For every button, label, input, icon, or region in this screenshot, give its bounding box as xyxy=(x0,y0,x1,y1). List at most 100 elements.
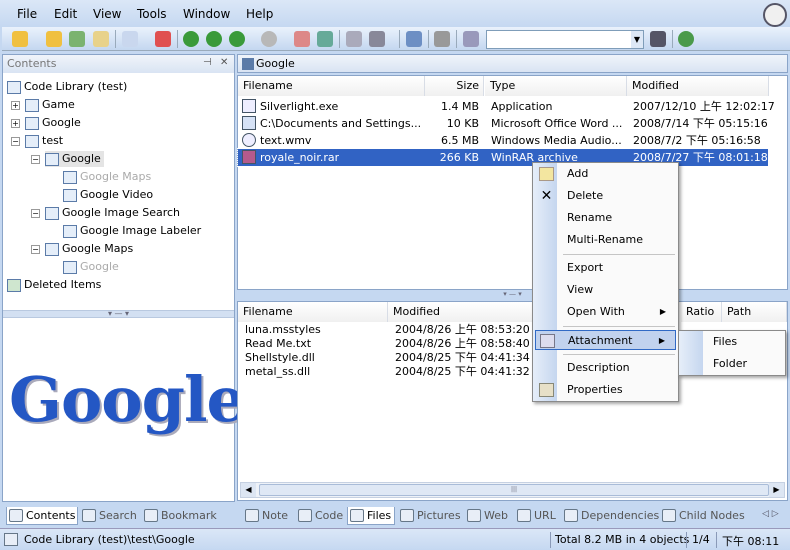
scroll-right-icon[interactable]: ▶ xyxy=(769,483,784,497)
tree-node-google[interactable]: Google xyxy=(25,115,81,131)
tree-node-deleted[interactable]: Deleted Items xyxy=(7,277,101,293)
menu-item-description[interactable]: Description xyxy=(535,358,676,378)
tab-bookmark[interactable]: Bookmark xyxy=(142,507,217,525)
close-icon[interactable]: ✕ xyxy=(220,57,228,68)
tab-dependencies[interactable]: Dependencies xyxy=(562,507,659,525)
menu-item-rename[interactable]: Rename xyxy=(535,208,676,228)
properties-icon xyxy=(539,383,554,397)
file-row-selected[interactable]: royale_noir.rar 266 KB WinRAR archive 20… xyxy=(237,148,769,167)
binoculars-icon[interactable] xyxy=(650,31,666,47)
menu-window[interactable]: Window xyxy=(183,7,230,21)
collapse-icon[interactable]: − xyxy=(31,155,40,164)
menu-item-add[interactable]: Add xyxy=(535,164,676,184)
collapse-icon[interactable]: − xyxy=(31,245,40,254)
tree-node-google-video[interactable]: Google Video xyxy=(63,187,153,203)
tree-node-google-image-search[interactable]: Google Image Search xyxy=(45,205,180,221)
tab-nav-arrows-icon[interactable]: ◁ ▷ xyxy=(762,509,779,519)
tree-node-root[interactable]: Code Library (test) xyxy=(7,79,127,95)
splitter[interactable]: ▾ — ▾ xyxy=(3,310,234,318)
menu-item-multi-rename[interactable]: Multi-Rename xyxy=(535,230,676,250)
export-icon[interactable] xyxy=(346,31,362,47)
menu-item-export[interactable]: Export xyxy=(535,258,676,278)
indent-icon[interactable] xyxy=(294,31,310,47)
tree-node-google-link[interactable]: Google xyxy=(63,259,119,275)
collapse-icon[interactable]: − xyxy=(11,137,20,146)
menu-view[interactable]: View xyxy=(93,7,121,21)
new-node-icon[interactable] xyxy=(122,31,138,47)
col-ratio[interactable]: Ratio xyxy=(681,302,722,322)
outdent-icon[interactable] xyxy=(317,31,333,47)
file-row[interactable]: C:\Documents and Settings... 10 KB Micro… xyxy=(238,115,768,132)
splitter[interactable]: ▾ — ▾ xyxy=(237,291,788,299)
menu-file[interactable]: File xyxy=(17,7,37,21)
arrow-right-icon[interactable] xyxy=(261,31,277,47)
contents-icon xyxy=(9,509,23,522)
tab-web[interactable]: Web xyxy=(465,507,508,525)
tab-files[interactable]: Files xyxy=(347,507,395,525)
expand-icon[interactable]: + xyxy=(11,101,20,110)
tab-note[interactable]: Note xyxy=(243,507,288,525)
options-icon[interactable] xyxy=(463,31,479,47)
tab-code[interactable]: Code xyxy=(296,507,343,525)
col-modified[interactable]: Modified xyxy=(388,302,533,322)
google-logo-text: Google xyxy=(9,363,246,436)
menu-edit[interactable]: Edit xyxy=(54,7,77,21)
col-size[interactable]: Size xyxy=(424,76,484,96)
scroll-thumb[interactable]: ||| xyxy=(259,484,769,496)
new-item-icon[interactable] xyxy=(93,31,109,47)
col-type[interactable]: Type xyxy=(485,76,627,96)
node-icon xyxy=(45,152,59,166)
delete-icon[interactable] xyxy=(155,31,171,47)
shortcut-icon xyxy=(63,260,77,274)
menu-item-open-with[interactable]: Open With ▶ xyxy=(535,302,676,322)
tree-node-google-maps[interactable]: Google Maps xyxy=(45,241,133,257)
dependencies-icon xyxy=(564,509,578,522)
tab-child-nodes[interactable]: Child Nodes xyxy=(660,507,745,525)
tree-node-game[interactable]: Game xyxy=(25,97,75,113)
menu-tools[interactable]: Tools xyxy=(137,7,167,21)
arrow-up-icon[interactable] xyxy=(183,31,199,47)
horizontal-scrollbar[interactable]: ◀ ||| ▶ xyxy=(240,482,785,498)
collapse-icon[interactable]: − xyxy=(31,209,40,218)
file-row[interactable]: Silverlight.exe 1.4 MB Application 2007/… xyxy=(238,98,775,115)
search-icon xyxy=(82,509,96,522)
menu-item-properties[interactable]: Properties xyxy=(535,380,676,400)
shortcut-icon xyxy=(63,170,77,184)
delete-icon: ✕ xyxy=(540,188,553,204)
node-icon xyxy=(63,224,77,238)
submenu-item-folder[interactable]: Folder xyxy=(681,354,783,374)
menu-item-view[interactable]: View xyxy=(535,280,676,300)
print-icon[interactable] xyxy=(369,31,385,47)
menu-help[interactable]: Help xyxy=(246,7,273,21)
file-row[interactable]: text.wmv 6.5 MB Windows Media Audio... 2… xyxy=(238,132,768,149)
menu-item-delete[interactable]: ✕ Delete xyxy=(535,186,676,206)
submenu-arrow-icon: ▶ xyxy=(658,336,665,345)
fullscreen-icon[interactable] xyxy=(406,31,422,47)
tree-node-google-maps-link[interactable]: Google Maps xyxy=(63,169,151,185)
arrow-left-icon[interactable] xyxy=(229,31,245,47)
search-combo[interactable]: ▼ xyxy=(486,30,644,49)
sync-icon[interactable] xyxy=(678,31,694,47)
col-filename[interactable]: Filename xyxy=(238,302,388,322)
tree-node-google-selected[interactable]: Google xyxy=(45,151,104,167)
pin-icon[interactable]: ⊣ xyxy=(203,57,212,68)
chevron-down-icon[interactable]: ▼ xyxy=(631,31,643,48)
arrow-down-icon[interactable] xyxy=(206,31,222,47)
folder-icon xyxy=(25,98,39,112)
tab-search[interactable]: Search xyxy=(80,507,137,525)
open-folder-icon[interactable] xyxy=(12,31,28,47)
tab-pictures[interactable]: Pictures xyxy=(398,507,461,525)
scroll-left-icon[interactable]: ◀ xyxy=(241,483,256,497)
tab-url[interactable]: URL xyxy=(515,507,556,525)
tools-icon[interactable] xyxy=(434,31,450,47)
tree-node-test[interactable]: test xyxy=(25,133,63,149)
tab-contents[interactable]: Contents xyxy=(6,507,78,525)
expand-icon[interactable]: + xyxy=(11,119,20,128)
submenu-item-files[interactable]: Files xyxy=(681,332,783,352)
menu-item-attachment[interactable]: Attachment ▶ xyxy=(535,330,676,350)
col-modified[interactable]: Modified xyxy=(627,76,769,96)
folder-icon[interactable] xyxy=(46,31,62,47)
tree-node-google-image-labeler[interactable]: Google Image Labeler xyxy=(63,223,201,239)
col-path[interactable]: Path xyxy=(722,302,787,322)
refresh-icon[interactable] xyxy=(69,31,85,47)
